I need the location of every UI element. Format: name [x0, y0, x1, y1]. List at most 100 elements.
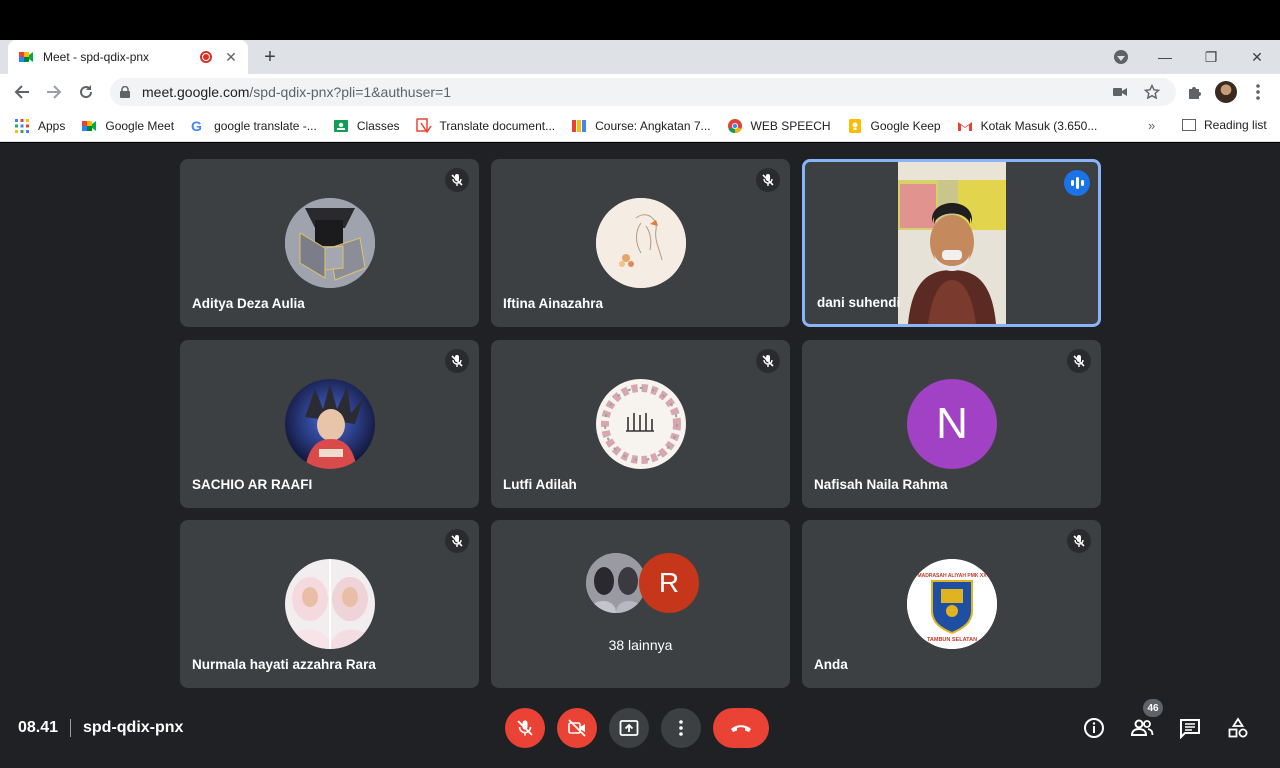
more-vert-icon: [679, 720, 683, 736]
course-icon: [572, 119, 587, 132]
participant-count-badge: 46: [1143, 699, 1163, 717]
meeting-time: 08.41: [18, 719, 59, 736]
mic-off-icon: [1067, 529, 1091, 553]
avatar-initial: N: [907, 379, 997, 469]
bookmark-label: Classes: [356, 118, 400, 133]
info-icon: [1084, 718, 1104, 738]
camera-indicator-icon[interactable]: [1112, 84, 1128, 100]
bookmark-label: google translate -...: [214, 118, 317, 133]
mic-off-icon: [445, 168, 469, 192]
browser-tab-meet[interactable]: Meet - spd-qdix-pnx ✕: [8, 40, 248, 74]
call-end-icon: [731, 725, 751, 732]
participant-name: Iftina Ainazahra: [503, 296, 604, 311]
participant-tile[interactable]: N Nafisah Naila Rahma: [802, 340, 1101, 508]
speaking-indicator-icon: [1064, 170, 1090, 196]
translate-icon: [415, 117, 432, 133]
participant-video: [898, 162, 1006, 324]
bookmarks-more-button[interactable]: »: [1148, 118, 1155, 133]
bookmark-star-icon[interactable]: [1144, 84, 1160, 100]
chat-button[interactable]: [1177, 715, 1203, 741]
google-meet-icon: [82, 120, 97, 131]
forward-button[interactable]: [42, 80, 66, 104]
avatar: [596, 198, 686, 288]
bookmark-course[interactable]: Course: Angkatan 7...: [571, 118, 711, 134]
gmail-icon: [957, 121, 972, 131]
participant-name: Anda: [814, 657, 848, 672]
participant-name: Aditya Deza Aulia: [192, 296, 305, 311]
meet-stage: Aditya Deza Aulia Iftina Ainazahra dani …: [0, 143, 1280, 768]
bookmark-label: Google Keep: [870, 118, 941, 133]
bookmark-translate-document[interactable]: Translate document...: [415, 117, 556, 134]
avatar-initial: R: [639, 553, 699, 613]
reload-button[interactable]: [74, 80, 98, 104]
avatar: [285, 198, 375, 288]
participant-tile-active-speaker[interactable]: dani suhendi: [802, 159, 1101, 327]
participant-tile[interactable]: SACHIO AR RAAFI: [180, 340, 479, 508]
svg-text:MADRASAH ALIYAH PMK XX: MADRASAH ALIYAH PMK XX: [917, 573, 987, 579]
participant-tile[interactable]: Aditya Deza Aulia: [180, 159, 479, 327]
bookmark-label: Course: Angkatan 7...: [595, 118, 711, 133]
address-bar[interactable]: meet.google.com/spd-qdix-pnx?pli=1&authu…: [110, 78, 1176, 106]
reading-list-label: Reading list: [1204, 118, 1267, 132]
avatar: [285, 379, 375, 469]
bookmark-kotak-masuk[interactable]: Kotak Masuk (3.650...: [957, 118, 1097, 134]
bookmark-google-translate[interactable]: G google translate -...: [190, 118, 317, 134]
bookmark-classes[interactable]: Classes: [333, 118, 400, 134]
more-vert-icon[interactable]: [1246, 80, 1270, 104]
reading-list-icon: [1182, 119, 1196, 131]
bookmark-google-keep[interactable]: Google Keep: [847, 118, 941, 134]
bookmark-google-meet[interactable]: Google Meet: [81, 118, 174, 134]
reading-list-button[interactable]: Reading list: [1182, 118, 1267, 132]
participant-name: dani suhendi: [817, 295, 901, 310]
google-icon: G: [191, 118, 202, 134]
camera-toggle-button[interactable]: [557, 708, 597, 748]
others-tile[interactable]: R 38 lainnya: [491, 520, 790, 688]
chrome-icon: [727, 118, 742, 133]
new-tab-button[interactable]: +: [258, 46, 282, 68]
videocam-off-icon: [568, 719, 586, 737]
participant-name: SACHIO AR RAAFI: [192, 477, 313, 492]
mic-toggle-button[interactable]: [505, 708, 545, 748]
people-icon: [1130, 719, 1154, 736]
bookmark-apps[interactable]: Apps: [14, 118, 65, 134]
bookmarks-bar: Apps Google Meet G google translate -...…: [0, 110, 1280, 142]
lock-icon: [120, 86, 130, 98]
participants-button[interactable]: [1129, 715, 1155, 741]
window-minimize-button[interactable]: —: [1142, 40, 1188, 74]
mic-off-icon: [445, 529, 469, 553]
tab-close-icon[interactable]: ✕: [224, 49, 238, 66]
shapes-icon: [1228, 717, 1248, 738]
classroom-icon: [333, 119, 348, 132]
more-options-button[interactable]: [661, 708, 701, 748]
participant-tile[interactable]: Lutfi Adilah: [491, 340, 790, 508]
window-close-button[interactable]: ✕: [1234, 40, 1280, 74]
svg-text:G: G: [191, 118, 202, 134]
tab-search-icon[interactable]: [1114, 50, 1128, 64]
meeting-info-button[interactable]: [1081, 715, 1107, 741]
participant-name: Nurmala hayati azzahra Rara: [192, 657, 376, 672]
mic-off-icon: [756, 168, 780, 192]
school-logo-avatar: MADRASAH ALIYAH PMK XX TAMBUN SELATAN: [907, 559, 997, 649]
divider: [70, 719, 71, 737]
participant-tile[interactable]: Iftina Ainazahra: [491, 159, 790, 327]
back-button[interactable]: [10, 80, 34, 104]
activities-button[interactable]: [1225, 715, 1251, 741]
browser-tab-strip: Meet - spd-qdix-pnx ✕ + — ❐ ✕: [0, 40, 1280, 74]
present-screen-button[interactable]: [609, 708, 649, 748]
extensions-icon[interactable]: [1182, 80, 1206, 104]
window-maximize-button[interactable]: ❐: [1188, 40, 1234, 74]
avatar: [596, 379, 686, 469]
participant-tile-self[interactable]: MADRASAH ALIYAH PMK XX TAMBUN SELATAN An…: [802, 520, 1101, 688]
profile-avatar[interactable]: [1214, 80, 1238, 104]
avatar: [586, 553, 646, 613]
arrow-right-icon: [47, 85, 62, 99]
others-count-label: 38 lainnya: [608, 637, 673, 653]
bookmark-label: Translate document...: [439, 118, 556, 133]
participant-tile[interactable]: Nurmala hayati azzahra Rara: [180, 520, 479, 688]
os-top-bar: [0, 0, 1280, 40]
google-meet-icon: [19, 52, 33, 62]
leave-call-button[interactable]: [713, 708, 769, 748]
bookmark-web-speech[interactable]: WEB SPEECH: [727, 118, 831, 134]
mic-off-icon: [517, 720, 533, 736]
meeting-code: spd-qdix-pnx: [83, 719, 184, 736]
